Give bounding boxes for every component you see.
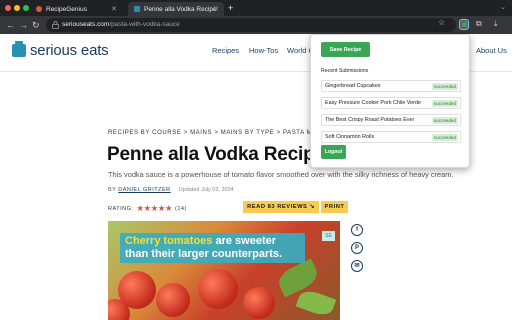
nav-about-us[interactable]: About Us	[476, 46, 507, 55]
status-badge: succeeded	[431, 83, 458, 90]
minimize-window-button[interactable]	[14, 5, 20, 11]
submission-name: Gingerbread Cupcakes	[325, 83, 381, 89]
breadcrumb[interactable]: RECIPES BY COURSE > MAINS > MAINS BY TYP…	[108, 130, 312, 136]
facebook-icon[interactable]: f	[351, 224, 363, 236]
rating: RATING: ★★★★★ (14)	[108, 203, 187, 214]
submission-name: The Best Crispy Roast Potatoes Ever	[325, 117, 415, 123]
browser-toolbar: ← → ↻ seriouseats.com/pasta-with-vodka-s…	[0, 16, 512, 34]
url-text: seriouseats.com/pasta-with-vodka-sauce	[62, 21, 180, 28]
basil-leaf-shape	[295, 287, 337, 319]
rating-label: RATING:	[108, 205, 134, 212]
recipegenius-extension-icon[interactable]	[459, 19, 469, 30]
submission-name: Easy Pressure Cooker Pork Chile Verde	[325, 100, 421, 106]
close-tab-icon[interactable]: ✕	[213, 5, 219, 13]
read-reviews-button[interactable]: READ 83 REVIEWS ↘	[243, 201, 319, 213]
rating-stars-icon: ★★★★★	[136, 203, 173, 213]
new-tab-button[interactable]: +	[228, 3, 233, 13]
tomato-shape	[243, 287, 275, 319]
pot-icon	[12, 41, 26, 57]
print-button[interactable]: PRINT	[321, 201, 348, 213]
logout-button[interactable]: Logout	[321, 145, 346, 159]
submission-row[interactable]: Gingerbread Cupcakes succeeded	[321, 80, 461, 92]
close-tab-icon[interactable]: ✕	[111, 5, 117, 13]
close-window-button[interactable]	[5, 5, 11, 11]
tab-search-chevron-icon[interactable]: ⌄	[500, 3, 506, 11]
page-title: Penne alla Vodka Recip	[107, 144, 315, 165]
tomato-shape	[198, 269, 238, 309]
status-badge: succeeded	[431, 134, 458, 141]
recipegenius-favicon-icon	[36, 6, 42, 12]
serious-eats-badge: SE	[322, 231, 335, 241]
status-badge: succeeded	[431, 100, 458, 107]
site-info-icon[interactable]	[52, 21, 59, 29]
tab-label: RecipeGenius	[46, 5, 87, 13]
recent-submissions-heading: Recent Submissions	[321, 68, 369, 74]
extensions-puzzle-icon[interactable]: ⧉	[476, 19, 486, 30]
address-bar[interactable]: seriouseats.com/pasta-with-vodka-sauce	[46, 18, 456, 32]
url-path: /pasta-with-vodka-sauce	[109, 21, 180, 28]
status-badge: succeeded	[431, 117, 458, 124]
recipegenius-popup: Save Recipe Recent Submissions Gingerbre…	[310, 34, 470, 168]
rating-count: (14)	[175, 205, 187, 212]
nav-howtos[interactable]: How-Tos	[249, 46, 278, 55]
serious-eats-favicon-icon	[134, 6, 140, 12]
submission-row[interactable]: The Best Crispy Roast Potatoes Ever succ…	[321, 114, 461, 126]
save-recipe-button[interactable]: Save Recipe	[321, 42, 370, 57]
url-host: seriouseats.com	[62, 21, 110, 28]
submission-name: Soft Cinnamon Rolls	[325, 134, 375, 140]
download-icon[interactable]: ⤓	[494, 19, 504, 30]
byline: BY DANIEL GRITZER Updated July 03, 2024	[108, 187, 234, 193]
reload-icon[interactable]: ↻	[32, 19, 40, 31]
tomato-shape	[156, 283, 190, 317]
submission-row[interactable]: Easy Pressure Cooker Pork Chile Verde su…	[321, 97, 461, 109]
pinterest-icon[interactable]: P	[351, 242, 363, 254]
browser-tab-bar: RecipeGenius ✕ Penne alla Vodka Recipe ✕…	[0, 0, 512, 16]
author-link[interactable]: DANIEL GRITZER	[118, 187, 170, 193]
email-icon[interactable]: ✉	[351, 260, 363, 272]
bookmark-star-icon[interactable]: ☆	[438, 18, 445, 27]
tab-label: Penne alla Vodka Recipe	[144, 5, 217, 13]
back-arrow-icon[interactable]: ←	[6, 19, 15, 31]
logo-text: serious eats	[30, 42, 109, 59]
nav-recipes[interactable]: Recipes	[212, 46, 239, 55]
updated-date: Updated July 03, 2024	[178, 187, 234, 193]
forward-arrow-icon[interactable]: →	[19, 19, 28, 31]
serious-eats-logo[interactable]: serious eats	[12, 41, 109, 59]
tab-penne-alla-vodka[interactable]: Penne alla Vodka Recipe ✕	[128, 2, 224, 16]
hero-caption-highlight: Cherry tomatoes	[125, 235, 213, 247]
byline-prefix: BY	[108, 187, 117, 193]
hero-image: Cherry tomatoes are sweeter than their l…	[108, 221, 340, 320]
tab-recipegenius[interactable]: RecipeGenius ✕	[30, 2, 122, 16]
submission-row[interactable]: Soft Cinnamon Rolls succeeded	[321, 131, 461, 143]
hero-caption: Cherry tomatoes are sweeter than their l…	[120, 233, 305, 263]
maximize-window-button[interactable]	[23, 5, 29, 11]
article-description: This vodka sauce is a powerhouse of toma…	[108, 170, 454, 179]
